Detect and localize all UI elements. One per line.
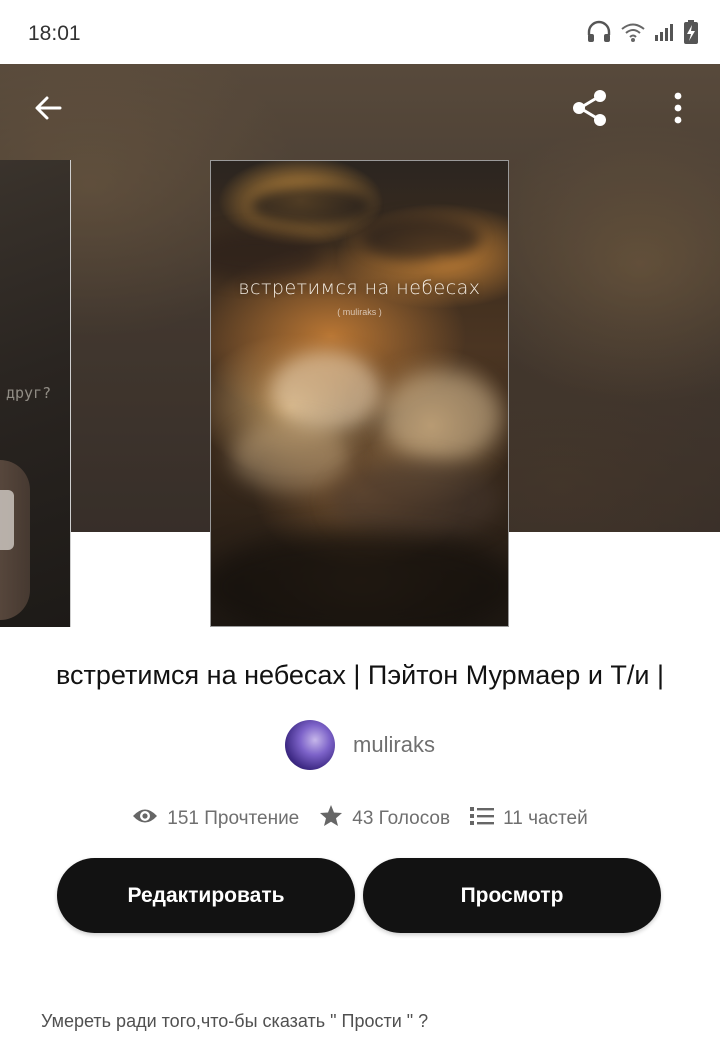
cover-image-detail bbox=[0, 490, 14, 550]
edit-button[interactable]: Редактировать bbox=[57, 858, 355, 933]
votes-count: 43 Голосов bbox=[352, 807, 451, 829]
cover-cloud-shape bbox=[251, 186, 371, 226]
story-cover[interactable]: встретимся на небесах ( muliraks ) bbox=[210, 160, 509, 627]
view-button[interactable]: Просмотр bbox=[363, 858, 661, 933]
parts-count: 11 частей bbox=[503, 807, 588, 829]
status-bar: 18:01 bbox=[0, 0, 720, 64]
back-button[interactable] bbox=[20, 82, 76, 138]
share-button[interactable] bbox=[562, 82, 618, 138]
cover-cloud-shape bbox=[331, 461, 501, 541]
cover-cloud-shape bbox=[271, 351, 381, 431]
parts-stat: 11 частей bbox=[470, 806, 588, 832]
cover-cloud-shape bbox=[231, 421, 351, 491]
votes-stat: 43 Голосов bbox=[319, 804, 450, 833]
story-title: встретимся на небесах | Пэйтон Мурмаер и… bbox=[56, 660, 664, 690]
status-icons bbox=[586, 20, 698, 49]
more-vertical-icon bbox=[673, 92, 683, 129]
star-icon bbox=[319, 804, 343, 833]
reads-count: 151 Прочтение bbox=[167, 807, 300, 829]
status-time: 18:01 bbox=[28, 22, 81, 45]
arrow-back-icon bbox=[32, 92, 64, 129]
cover-title: встретимся на небесах bbox=[238, 277, 481, 299]
cover-cloud-shape bbox=[381, 371, 501, 461]
eye-icon bbox=[132, 807, 158, 831]
story-description: Умереть ради того,что-бы сказать " Прост… bbox=[41, 1011, 429, 1031]
battery-charging-icon bbox=[684, 20, 698, 49]
author-link[interactable]: muliraks bbox=[0, 720, 720, 770]
side-cover-caption: друг? bbox=[6, 384, 52, 402]
list-icon bbox=[470, 806, 495, 832]
headphones-icon bbox=[586, 20, 612, 49]
cover-cloud-shape bbox=[361, 216, 481, 261]
more-options-button[interactable] bbox=[650, 82, 706, 138]
author-name[interactable]: muliraks bbox=[353, 732, 435, 758]
avatar[interactable] bbox=[285, 720, 336, 770]
previous-story-cover[interactable]: друг? bbox=[0, 160, 71, 627]
cover-author: ( muliraks ) bbox=[337, 307, 382, 317]
signal-icon bbox=[654, 22, 676, 47]
cover-cloud-shape bbox=[211, 231, 321, 281]
wifi-icon bbox=[620, 21, 646, 48]
story-stats: 151 Прочтение 43 Голосов 11 частей bbox=[0, 804, 720, 833]
share-icon bbox=[568, 86, 612, 135]
reads-stat: 151 Прочтение bbox=[132, 807, 299, 831]
cover-cloud-shape bbox=[211, 531, 508, 626]
